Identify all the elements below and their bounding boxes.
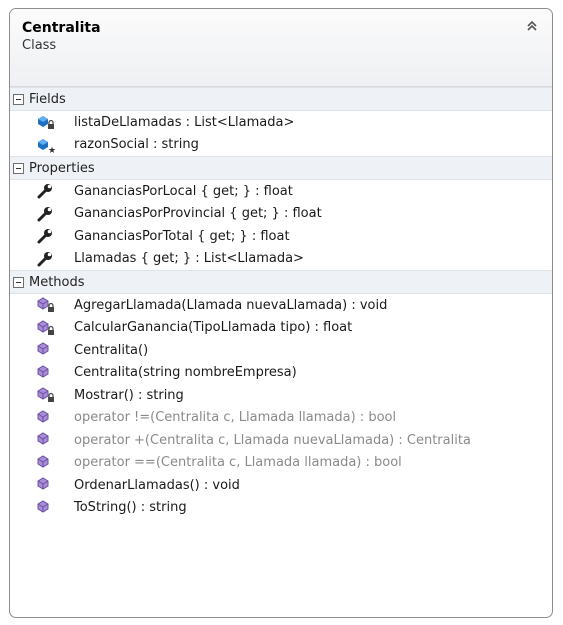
methods-section-label: Methods xyxy=(29,274,85,290)
class-header: Centralita Class xyxy=(10,9,552,87)
method-label: CalcularGanancia(TipoLlamada tipo) : flo… xyxy=(74,320,353,336)
method-label: ToString() : string xyxy=(74,500,187,516)
method-icon xyxy=(36,431,56,449)
static-field-icon: ★ xyxy=(36,136,56,154)
method-row[interactable]: operator +(Centralita c, Llamada nuevaLl… xyxy=(10,429,552,452)
method-label: Centralita(string nombreEmpresa) xyxy=(74,365,297,381)
method-row[interactable]: AgregarLlamada(Llamada nuevaLlamada) : v… xyxy=(10,294,552,317)
property-label: GananciasPorProvincial { get; } : float xyxy=(74,206,322,222)
property-label: GananciasPorTotal { get; } : float xyxy=(74,228,290,244)
fields-section-header[interactable]: Fields xyxy=(10,87,552,111)
property-label: GananciasPorLocal { get; } : float xyxy=(74,183,293,199)
method-icon xyxy=(36,499,56,517)
method-icon xyxy=(36,409,56,427)
field-row[interactable]: ★ razonSocial : string xyxy=(10,134,552,157)
property-row[interactable]: Llamadas { get; } : List<Llamada> xyxy=(10,248,552,271)
class-box: Centralita Class Fields listaDeLlamadas … xyxy=(9,8,553,618)
methods-section-header[interactable]: Methods xyxy=(10,270,552,294)
method-row[interactable]: Mostrar() : string xyxy=(10,384,552,407)
method-label: operator +(Centralita c, Llamada nuevaLl… xyxy=(74,432,471,448)
properties-section-label: Properties xyxy=(29,160,95,176)
properties-section: Properties GananciasPorLocal { get; } : … xyxy=(10,156,552,270)
method-row[interactable]: CalcularGanancia(TipoLlamada tipo) : flo… xyxy=(10,317,552,340)
double-chevron-up-icon[interactable] xyxy=(524,18,540,34)
method-icon xyxy=(36,476,56,494)
method-label: AgregarLlamada(Llamada nuevaLlamada) : v… xyxy=(74,297,388,313)
method-row[interactable]: operator !=(Centralita c, Llamada llamad… xyxy=(10,407,552,430)
properties-section-header[interactable]: Properties xyxy=(10,156,552,180)
method-icon xyxy=(36,364,56,382)
method-icon xyxy=(36,341,56,359)
svg-text:★: ★ xyxy=(48,146,56,154)
fields-section: Fields listaDeLlamadas : List<Llamada> ★ r… xyxy=(10,87,552,156)
wrench-property-icon xyxy=(36,182,56,200)
collapse-toggle-icon[interactable] xyxy=(13,162,24,174)
method-label: Mostrar() : string xyxy=(74,387,184,403)
property-row[interactable]: GananciasPorProvincial { get; } : float xyxy=(10,203,552,226)
collapse-toggle-icon[interactable] xyxy=(13,276,24,288)
private-field-icon xyxy=(36,113,56,131)
fields-section-label: Fields xyxy=(29,91,66,107)
field-label: razonSocial : string xyxy=(74,137,199,153)
method-row[interactable]: operator ==(Centralita c, Llamada llamad… xyxy=(10,452,552,475)
method-row[interactable]: OrdenarLlamadas() : void xyxy=(10,474,552,497)
methods-list: AgregarLlamada(Llamada nuevaLlamada) : v… xyxy=(10,294,552,519)
wrench-property-icon xyxy=(36,205,56,223)
property-row[interactable]: GananciasPorLocal { get; } : float xyxy=(10,180,552,203)
method-icon xyxy=(36,454,56,472)
collapse-toggle-icon[interactable] xyxy=(13,93,24,105)
private-method-icon xyxy=(36,386,56,404)
methods-section: Methods AgregarLlamada(Llamada nuevaLlam… xyxy=(10,270,552,519)
property-row[interactable]: GananciasPorTotal { get; } : float xyxy=(10,225,552,248)
private-method-icon xyxy=(36,319,56,337)
method-label: operator !=(Centralita c, Llamada llamad… xyxy=(74,410,397,426)
class-kind: Class xyxy=(22,38,57,53)
method-row[interactable]: ToString() : string xyxy=(10,497,552,520)
field-label: listaDeLlamadas : List<Llamada> xyxy=(74,114,295,130)
property-label: Llamadas { get; } : List<Llamada> xyxy=(74,251,304,267)
wrench-property-icon xyxy=(36,227,56,245)
method-row[interactable]: Centralita(string nombreEmpresa) xyxy=(10,362,552,385)
method-label: OrdenarLlamadas() : void xyxy=(74,477,240,493)
wrench-property-icon xyxy=(36,250,56,268)
method-label: Centralita() xyxy=(74,342,149,358)
private-method-icon xyxy=(36,296,56,314)
class-title: Centralita xyxy=(22,20,101,36)
method-row[interactable]: Centralita() xyxy=(10,339,552,362)
method-label: operator ==(Centralita c, Llamada llamad… xyxy=(74,455,402,471)
field-row[interactable]: listaDeLlamadas : List<Llamada> xyxy=(10,111,552,134)
fields-list: listaDeLlamadas : List<Llamada> ★ razonSoc… xyxy=(10,111,552,156)
properties-list: GananciasPorLocal { get; } : float Gananc… xyxy=(10,180,552,270)
